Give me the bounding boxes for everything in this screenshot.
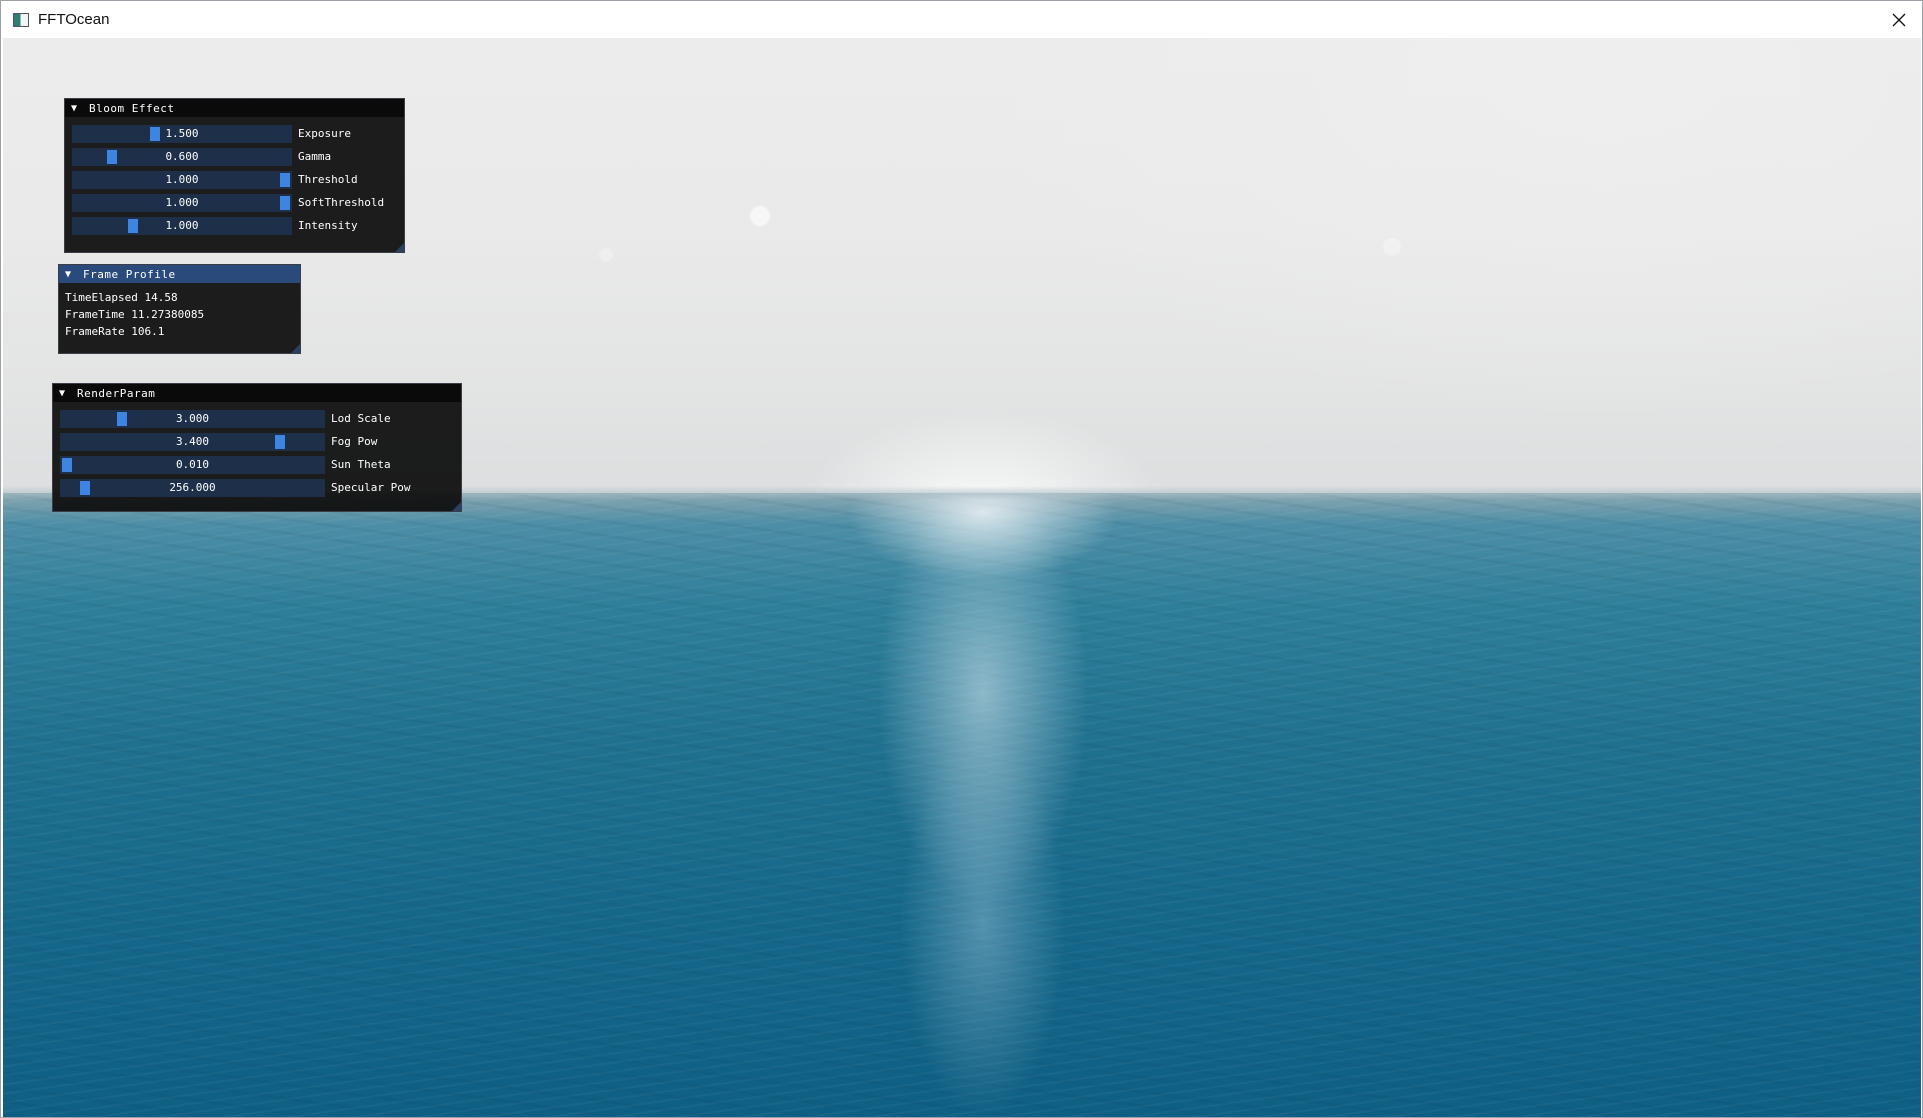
threshold-slider[interactable]: 1.000 <box>72 170 292 189</box>
slider-value: 3.400 <box>175 434 210 448</box>
app-icon <box>13 12 29 27</box>
slider-row-threshold: 1.000 Threshold <box>65 168 404 191</box>
resize-grip[interactable] <box>395 243 404 252</box>
bloom-effect-header[interactable]: ▼ Bloom Effect <box>65 99 404 117</box>
slider-row-lod-scale: 3.000 Lod Scale <box>53 407 461 430</box>
slider-value: 1.500 <box>165 126 199 140</box>
frame-profile-header[interactable]: ▼ Frame Profile <box>59 265 300 283</box>
frame-profile-panel: ▼ Frame Profile TimeElapsed 14.58 FrameT… <box>58 264 301 354</box>
close-button[interactable] <box>1876 1 1922 38</box>
slider-value: 0.010 <box>175 457 210 471</box>
time-elapsed-text: TimeElapsed 14.58 <box>65 291 178 304</box>
slider-row-intensity: 1.000 Intensity <box>65 214 404 237</box>
sun-glitter <box>763 493 1203 1117</box>
lens-flare <box>750 206 770 226</box>
lens-flare <box>1383 238 1401 256</box>
panel-title: Bloom Effect <box>89 101 175 115</box>
slider-label: Intensity <box>298 219 358 232</box>
collapse-arrow-icon[interactable]: ▼ <box>65 269 79 280</box>
slider-value: 0.600 <box>165 149 199 163</box>
panel-title: RenderParam <box>77 386 156 400</box>
slider-row-sun-theta: 0.010 Sun Theta <box>53 453 461 476</box>
collapse-arrow-icon[interactable]: ▼ <box>71 103 85 114</box>
slider-label: SoftThreshold <box>298 196 385 209</box>
slider-value: 1.000 <box>165 172 199 186</box>
panel-title: Frame Profile <box>83 267 176 281</box>
slider-value: 1.000 <box>165 218 199 232</box>
slider-value: 3.000 <box>175 411 210 425</box>
window-title: FFTOcean <box>38 11 110 28</box>
ocean-viewport[interactable]: ▼ Bloom Effect 1.500 Exposure 0.600 Gamma 1.… <box>3 38 1921 1117</box>
collapse-arrow-icon[interactable]: ▼ <box>59 388 73 399</box>
frame-rate-text: FrameRate 106.1 <box>65 325 165 338</box>
softthreshold-slider[interactable]: 1.000 <box>72 193 292 212</box>
title-bar[interactable]: FFTOcean <box>1 1 1922 38</box>
resize-grip[interactable] <box>291 344 300 353</box>
slider-label: Lod Scale <box>331 412 391 425</box>
slider-row-softthreshold: 1.000 SoftThreshold <box>65 191 404 214</box>
slider-label: Fog Pow <box>331 435 378 448</box>
bloom-effect-panel: ▼ Bloom Effect 1.500 Exposure 0.600 Gamma 1.… <box>64 98 405 253</box>
frame-time-text: FrameTime 11.27380085 <box>65 308 205 321</box>
bloom-slider-list: 1.500 Exposure 0.600 Gamma 1.000 Threshold 1.0… <box>65 122 404 237</box>
slider-row-exposure: 1.500 Exposure <box>65 122 404 145</box>
slider-value: 256.000 <box>169 480 216 494</box>
gamma-slider[interactable]: 0.600 <box>72 147 292 166</box>
specular-pow-slider[interactable]: 256.000 <box>60 478 325 497</box>
app-window: FFTOcean ▼ Bloom Effect 1.500 Exposure 0.6… <box>0 0 1923 1118</box>
slider-label: Sun Theta <box>331 458 391 471</box>
exposure-slider[interactable]: 1.500 <box>72 124 292 143</box>
slider-row-gamma: 0.600 Gamma <box>65 145 404 168</box>
slider-label: Exposure <box>298 127 351 140</box>
slider-row-fog-pow: 3.400 Fog Pow <box>53 430 461 453</box>
slider-label: Gamma <box>298 150 332 163</box>
render-slider-list: 3.000 Lod Scale 3.400 Fog Pow 0.010 Sun Theta… <box>53 407 461 499</box>
slider-row-specular-pow: 256.000 Specular Pow <box>53 476 461 499</box>
sun-theta-slider[interactable]: 0.010 <box>60 455 325 474</box>
slider-label: Specular Pow <box>331 481 411 494</box>
render-param-panel: ▼ RenderParam 3.000 Lod Scale 3.400 Fog Pow… <box>52 383 462 512</box>
intensity-slider[interactable]: 1.000 <box>72 216 292 235</box>
resize-grip[interactable] <box>452 502 461 511</box>
close-icon <box>1892 13 1906 26</box>
lod-scale-slider[interactable]: 3.000 <box>60 409 325 428</box>
slider-label: Threshold <box>298 173 358 186</box>
slider-value: 1.000 <box>165 195 199 209</box>
lens-flare <box>599 248 613 262</box>
render-param-header[interactable]: ▼ RenderParam <box>53 384 461 402</box>
fog-pow-slider[interactable]: 3.400 <box>60 432 325 451</box>
